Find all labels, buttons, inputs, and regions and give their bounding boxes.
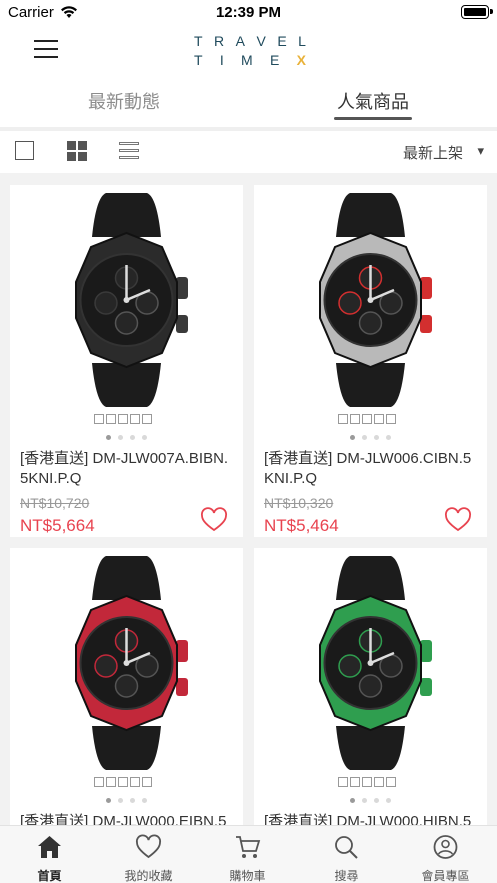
logo-line-time: T I M E X	[194, 52, 306, 68]
watch-image	[75, 193, 188, 407]
tab-popular-products[interactable]: 人氣商品	[273, 88, 473, 114]
original-price: NT$10,320	[264, 495, 334, 511]
menu-icon	[34, 40, 58, 42]
product-title: [香港直送] DM-JLW007A.BIBN.5KNI.P.Q	[20, 450, 229, 487]
view-toolbar: 最新上架 ▾	[0, 131, 497, 173]
battery-icon	[461, 5, 493, 19]
image-pager-dots	[254, 435, 487, 440]
image-pager-dots	[10, 435, 243, 440]
original-price: NT$10,720	[20, 495, 90, 511]
content-tabs: 最新動態 人氣商品	[0, 88, 497, 128]
tab-latest-news[interactable]: 最新動態	[24, 88, 224, 114]
feature-icons	[94, 414, 152, 424]
favorite-heart-icon[interactable]	[200, 507, 228, 533]
product-card[interactable]: [香港直送] DM-JLW007A.BIBN.5KNI.P.Q NT$10,72…	[10, 185, 243, 537]
status-bar: Carrier 12:39 PM	[0, 0, 497, 26]
menu-button[interactable]	[34, 40, 58, 60]
feature-icons	[94, 777, 152, 787]
tab-favorites[interactable]: 我的收藏	[99, 826, 198, 883]
logo-line-travel: T R A V E L	[194, 33, 306, 49]
tab-member[interactable]: 會員專區	[396, 826, 495, 883]
list-view-icon[interactable]	[119, 142, 139, 161]
clock-label: 12:39 PM	[215, 4, 282, 21]
favorite-heart-icon[interactable]	[444, 507, 472, 533]
feature-icons	[338, 777, 396, 787]
chevron-down-icon[interactable]: ▾	[477, 143, 484, 159]
tab-search[interactable]: 搜尋	[297, 826, 396, 883]
travel-time-logo[interactable]: T R A V E L T I M E X	[194, 32, 306, 70]
sale-price: NT$5,664	[20, 516, 95, 535]
image-pager-dots	[254, 798, 487, 803]
image-pager-dots	[10, 798, 243, 803]
watch-image	[75, 556, 188, 770]
tab-cart[interactable]: 購物車	[198, 826, 297, 883]
product-card[interactable]: [香港直送] DM-JLW006.CIBN.5KNI.P.Q NT$10,320…	[254, 185, 487, 537]
heart-icon	[135, 834, 162, 859]
product-title: [香港直送] DM-JLW006.CIBN.5KNI.P.Q	[264, 450, 472, 487]
watch-image	[319, 193, 432, 407]
grid-view-icon[interactable]	[67, 141, 87, 161]
feature-icons	[338, 414, 396, 424]
search-icon	[335, 836, 358, 859]
sort-dropdown[interactable]: 最新上架	[403, 142, 463, 163]
bottom-tab-bar: 首頁 我的收藏 購物車 搜尋 會員專區	[0, 825, 497, 883]
tab-home[interactable]: 首頁	[0, 826, 99, 883]
user-icon	[433, 835, 458, 859]
single-view-icon[interactable]	[15, 141, 34, 160]
watch-image	[319, 556, 432, 770]
sale-price: NT$5,464	[264, 516, 339, 535]
home-icon	[38, 836, 61, 858]
active-tab-indicator	[334, 117, 412, 120]
cart-icon	[236, 836, 261, 858]
